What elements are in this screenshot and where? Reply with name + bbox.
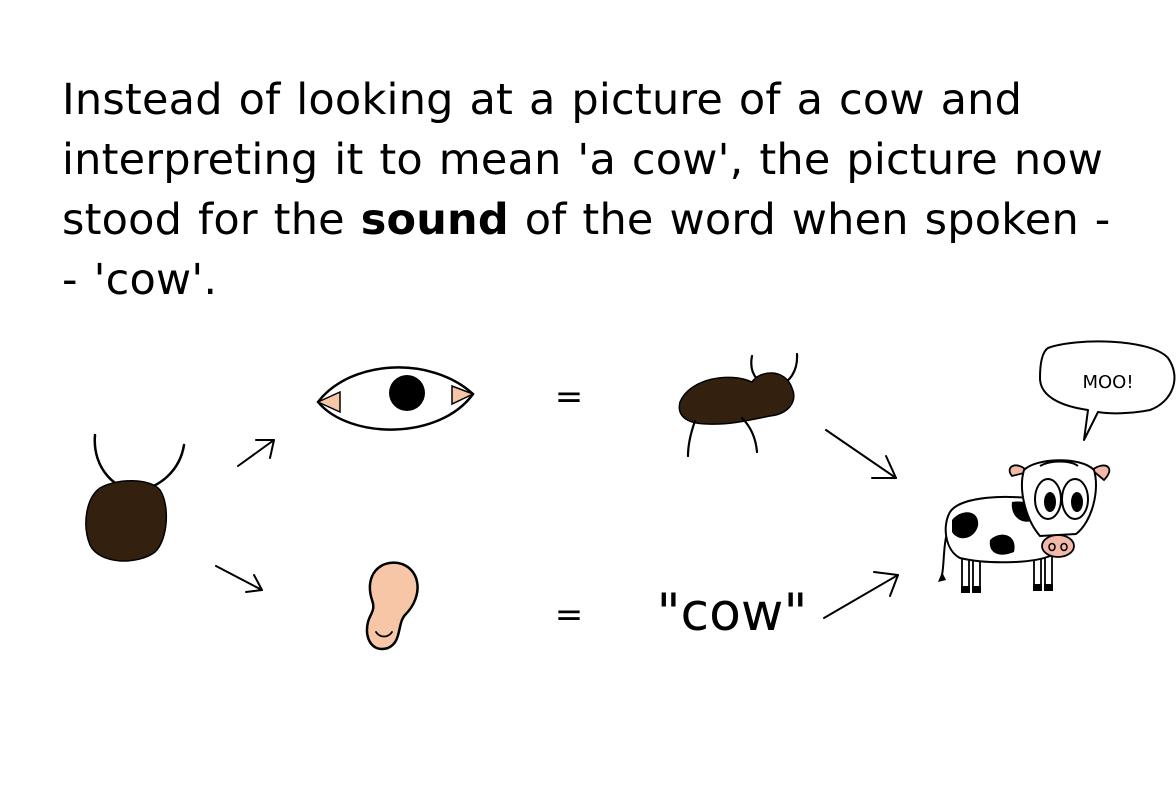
cow-head-shape <box>85 480 168 562</box>
arrow-to-cow-top-icon <box>825 429 897 479</box>
equals-sign-bottom: = <box>555 595 584 635</box>
equals-sign-top: = <box>555 377 584 417</box>
arrow-up-right-icon <box>237 439 275 467</box>
cow-head-pictogram-icon <box>85 433 186 562</box>
arrow-down-right-icon <box>215 565 263 593</box>
speech-bubble: MOO! <box>1039 340 1176 441</box>
ear-icon <box>365 561 419 651</box>
arrow-to-cow-bottom-icon <box>823 571 899 619</box>
speech-bubble-text: MOO! <box>1082 372 1133 393</box>
diagram: = = "cow" MOO! <box>85 340 1176 651</box>
cow-pictogram-icon <box>678 352 799 458</box>
spoken-word-text: "cow" <box>657 583 808 643</box>
cartoon-cow-icon <box>938 459 1111 593</box>
eye-icon <box>316 366 475 431</box>
